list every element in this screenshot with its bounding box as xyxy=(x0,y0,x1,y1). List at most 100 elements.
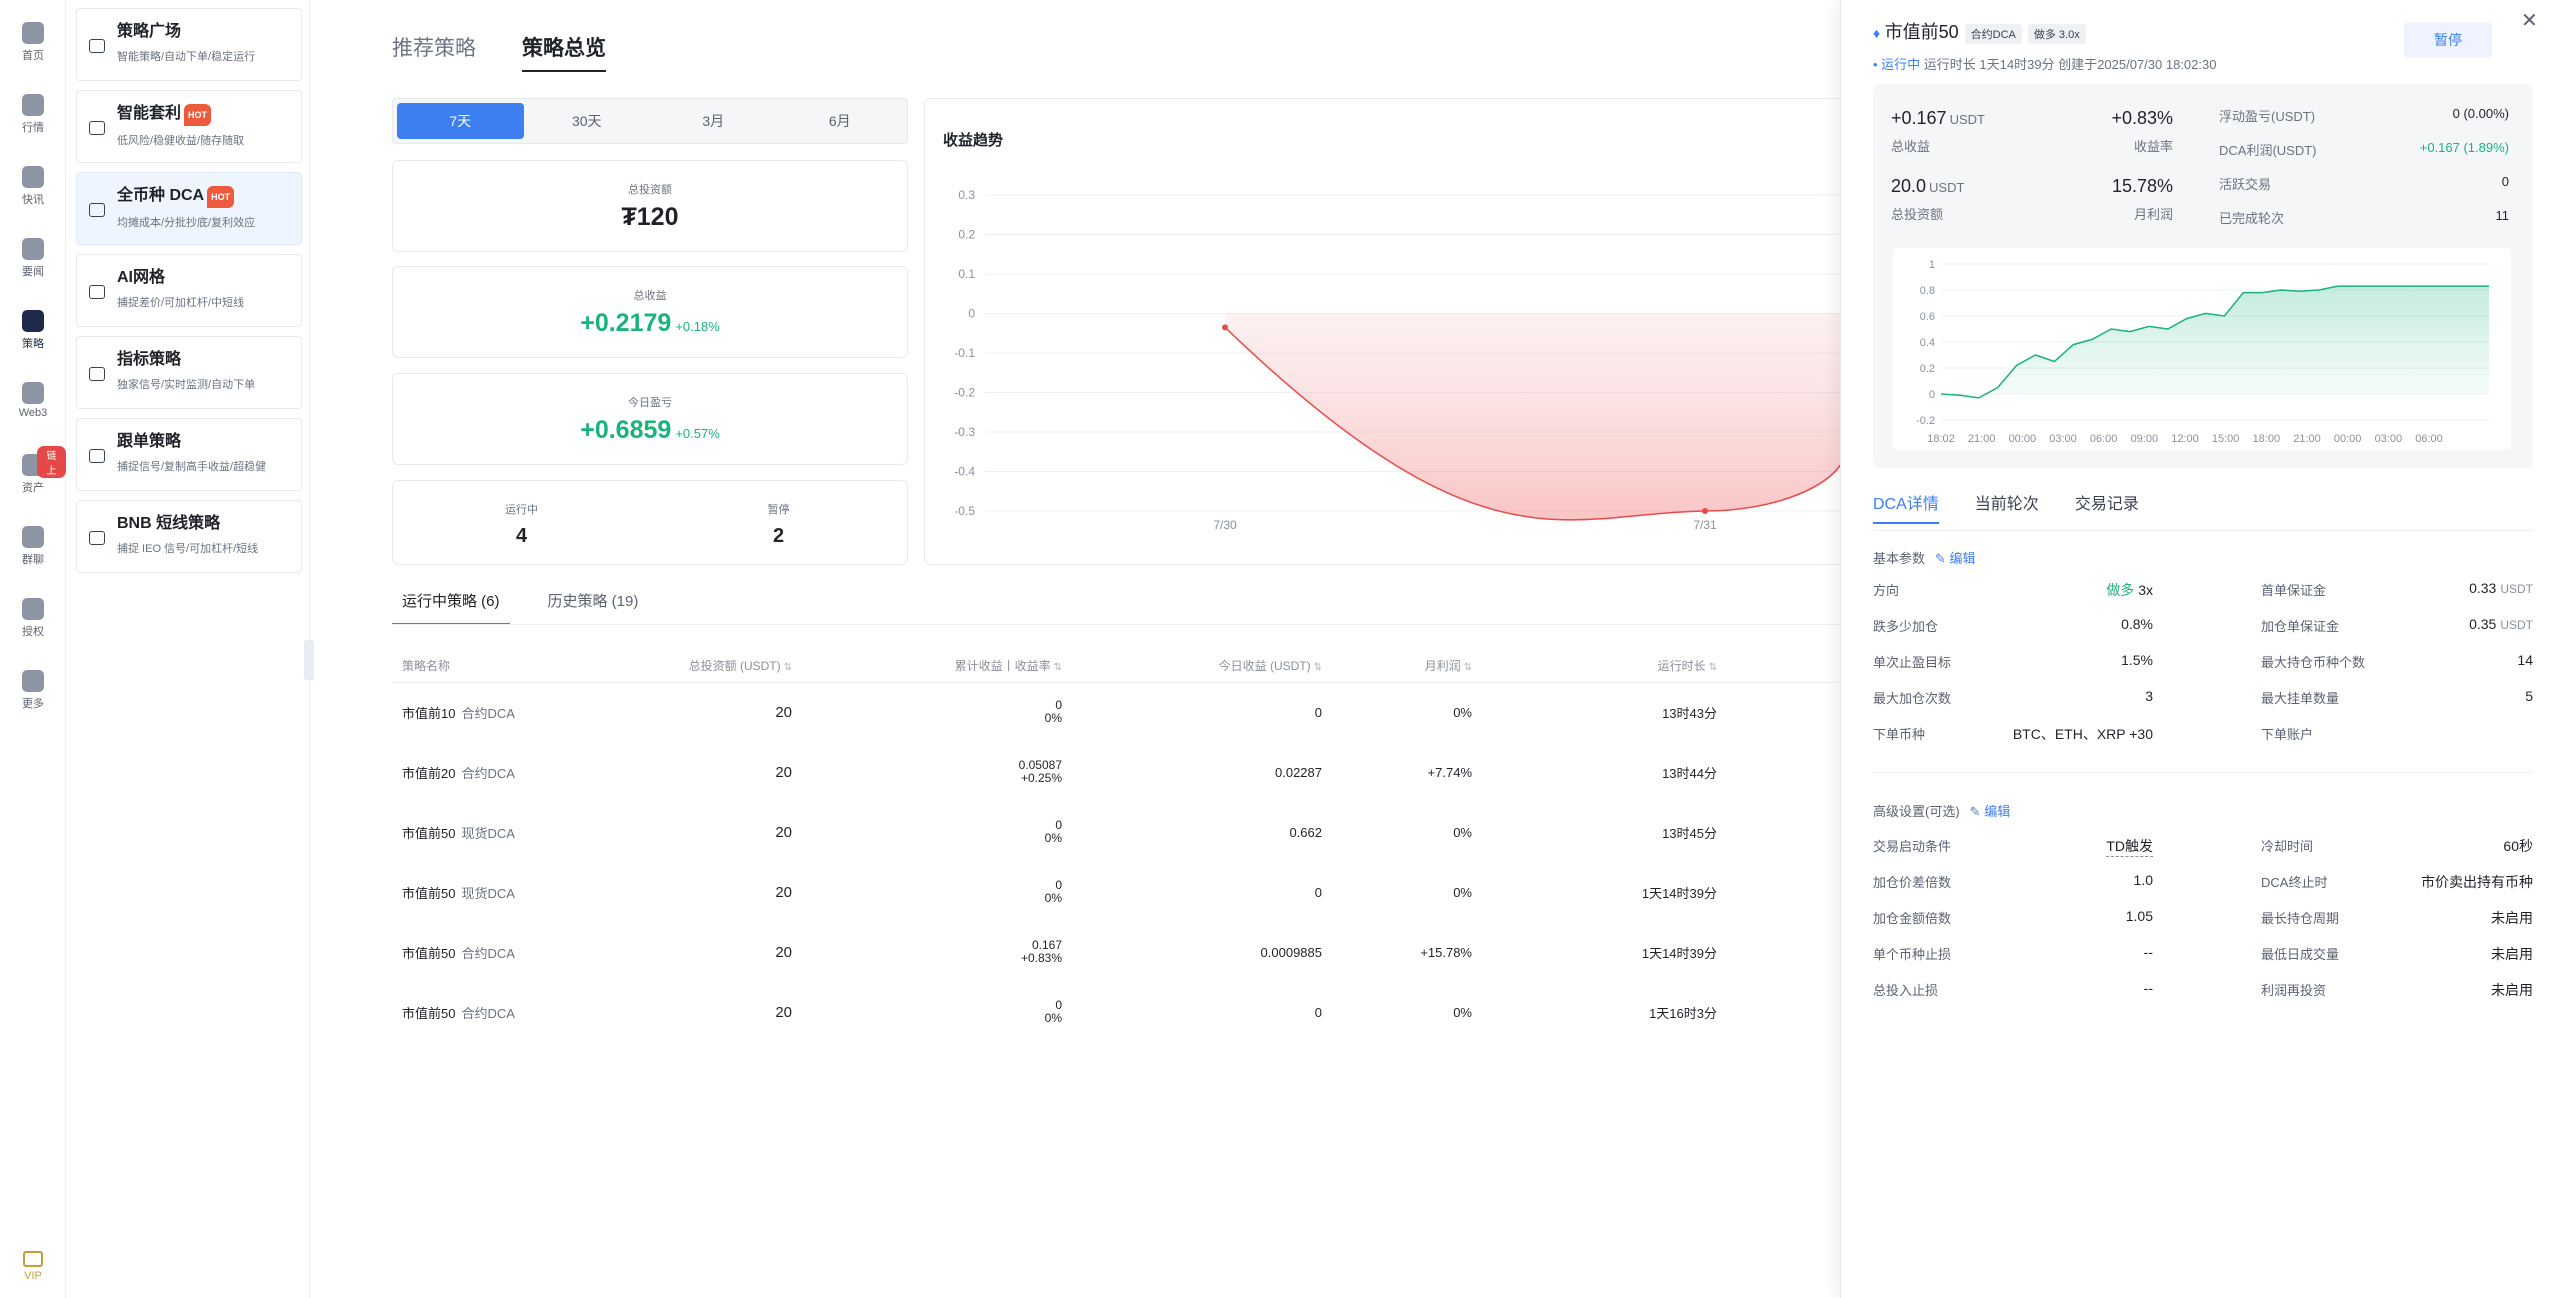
rail-item-more[interactable]: 更多 xyxy=(0,662,66,720)
rail-item-chat[interactable]: 群聊 xyxy=(0,518,66,576)
y-tick-label: -0.2 xyxy=(1916,415,1935,427)
invest-unit: USDT xyxy=(1929,180,1965,195)
tab-recommended[interactable]: 推荐策略 xyxy=(392,32,476,70)
bar-chart-icon xyxy=(22,94,44,116)
param-value: -- xyxy=(2143,980,2153,996)
table-row[interactable]: 市值前50 合约DCA 20 0 0% 0 0% 1天16时3分 xyxy=(392,982,1842,1042)
rail-item-web3[interactable]: Web3 xyxy=(0,374,66,432)
month-cell: 0% xyxy=(1453,884,1472,900)
cum-rate: 0% xyxy=(1044,831,1062,845)
pause-button[interactable]: 暂停 xyxy=(2404,22,2492,58)
x-tick-label: 12:00 xyxy=(2171,433,2199,445)
rail-label: 快讯 xyxy=(22,194,44,206)
strategy-table: 策略名称 总投资额 (USDT) ⇅ 累计收益丨收益率 ⇅ 今日收益 (USDT) ⇅… xyxy=(392,650,1842,1042)
y-tick-label: -0.3 xyxy=(954,425,975,439)
cum-profit: 0 xyxy=(1055,698,1062,713)
trend-chart-svg: 0.3 0.2 0.1 0 -0.1 -0.2 -0.3 -0.4 -0.5 7/30 7/31 xyxy=(954,188,1843,532)
edit-icon: ✎ xyxy=(1935,551,1946,566)
menu-item-indicator[interactable]: 指标策略 独家信号/实时监测/自动下单 xyxy=(76,336,302,409)
invest-value: 20.0 xyxy=(1891,176,1927,196)
table-row[interactable]: 市值前10 合约DCA 20 0 0% 0 0% 13时43分 xyxy=(392,682,1842,742)
edit-advanced-button[interactable]: ✎ 编辑 xyxy=(1970,804,2011,819)
col-header-invest[interactable]: 总投资额 (USDT) ⇅ xyxy=(592,650,792,683)
menu-item-arbitrage[interactable]: 智能套利 HOT 低风险/稳健收益/随存随取 xyxy=(76,90,302,163)
rail-item-headlines[interactable]: 要闻 xyxy=(0,230,66,288)
param-key: 交易启动条件 xyxy=(1873,839,1952,854)
sort-icon: ⇅ xyxy=(1053,662,1062,674)
rate-value: +0.83% xyxy=(2111,108,2173,128)
rail-item-assets[interactable]: 资产 链上 xyxy=(0,446,66,504)
param-row: 最大持仓币种个数 14 xyxy=(2261,652,2533,671)
card-pct: +0.57% xyxy=(675,426,720,441)
tab-overview[interactable]: 策略总览 xyxy=(522,32,606,72)
col-header-cumulative[interactable]: 累计收益丨收益率 ⇅ xyxy=(792,650,1062,683)
duration-cell: 1天14时39分 xyxy=(1641,885,1717,901)
x-tick-label: 15:00 xyxy=(2212,433,2240,445)
profit-label: 总收益 xyxy=(1891,139,1931,154)
card-pct: +0.18% xyxy=(675,319,720,334)
menu-item-strategy-square[interactable]: 策略广场 智能策略/自动下单/稳定运行 xyxy=(76,8,302,81)
menu-item-title: 策略广场 xyxy=(117,23,182,40)
y-tick-label: -0.1 xyxy=(954,346,975,360)
tab-current-round[interactable]: 当前轮次 xyxy=(1975,490,2039,522)
invest-cell: 20 xyxy=(775,823,792,841)
profit-unit: USDT xyxy=(1949,112,1985,127)
coin-icon xyxy=(89,203,105,217)
vip-button[interactable]: VIP xyxy=(0,1251,66,1282)
param-unit: USDT xyxy=(2500,618,2533,632)
menu-item-ai-grid[interactable]: AI网格 捕捉差价/可加杠杆/中短线 xyxy=(76,254,302,327)
rail-label: 授权 xyxy=(22,626,44,638)
cum-rate: 0% xyxy=(1044,711,1062,726)
period-3m[interactable]: 3月 xyxy=(650,103,777,139)
tab-trade-records[interactable]: 交易记录 xyxy=(2075,490,2139,522)
invest-cell: 20 xyxy=(775,883,792,901)
mini-chart-svg: 1 0.8 0.6 0.4 0.2 0 -0.2 18:02 21:00 00:00 03:00 06… xyxy=(1916,259,2489,445)
cum-rate: 0% xyxy=(1044,1011,1062,1025)
table-header-row: 策略名称 总投资额 (USDT) ⇅ 累计收益丨收益率 ⇅ 今日收益 (USDT) ⇅… xyxy=(392,650,1842,683)
col-header-duration[interactable]: 运行时长 ⇅ xyxy=(1472,650,1717,683)
menu-item-bnb[interactable]: BNB 短线策略 捕捉 IEO 信号/可加杠杆/短线 xyxy=(76,500,302,573)
x-tick-label: 18:02 xyxy=(1927,433,1955,445)
period-7d[interactable]: 7天 xyxy=(397,103,524,139)
table-row[interactable]: 市值前50 现货DCA 20 0 0% 0 0% 1天14时39分 xyxy=(392,862,1842,922)
running-label: 运行中 xyxy=(505,504,538,516)
tab-dca-detail[interactable]: DCA详情 xyxy=(1873,490,1939,524)
invest-label: 总投资额 xyxy=(1891,207,1944,222)
web3-icon xyxy=(22,382,44,404)
rail-label: 更多 xyxy=(22,698,44,710)
rail-item-flash[interactable]: 快讯 xyxy=(0,158,66,216)
today-cell: 0.02287 xyxy=(1275,764,1322,780)
col-header-month[interactable]: 月利润 ⇅ xyxy=(1322,650,1472,683)
x-tick-label: 06:00 xyxy=(2415,433,2443,445)
period-30d[interactable]: 30天 xyxy=(524,103,651,139)
edit-basic-button[interactable]: ✎ 编辑 xyxy=(1935,551,1976,566)
period-6m[interactable]: 6月 xyxy=(777,103,904,139)
param-value: 未启用 xyxy=(2491,910,2533,926)
param-row: 最大加仓次数 3 xyxy=(1873,688,2153,707)
param-value: 做多 xyxy=(2106,582,2135,598)
param-row: 最大挂单数量 5 xyxy=(2261,688,2533,707)
rail-item-auth[interactable]: 授权 xyxy=(0,590,66,648)
tab-running-strategies[interactable]: 运行中策略 (6) xyxy=(392,590,510,625)
table-row[interactable]: 市值前50 合约DCA 20 0.167 +0.83% 0.0009885 +15.78% 1… xyxy=(392,922,1842,982)
col-header-today[interactable]: 今日收益 (USDT) ⇅ xyxy=(1062,650,1322,683)
invest-cell: 20 xyxy=(775,943,792,961)
status-card: 运行中 4 暂停 2 xyxy=(392,480,908,565)
data-point xyxy=(1222,324,1228,331)
rail-item-home[interactable]: 首页 xyxy=(0,14,66,72)
param-key: 跌多少加仓 xyxy=(1873,619,1939,634)
stat-key: DCA利润(USDT) xyxy=(2219,143,2317,158)
menu-item-copy-trade[interactable]: 跟单策略 捕捉信号/复制高手收益/超稳健 xyxy=(76,418,302,491)
x-tick-label: 18:00 xyxy=(2253,433,2281,445)
close-icon[interactable]: ✕ xyxy=(2521,8,2538,33)
menu-item-dca[interactable]: 全币种 DCA HOT 均摊成本/分批抄底/复利效应 xyxy=(76,172,302,245)
tab-history-strategies[interactable]: 历史策略 (19) xyxy=(538,590,649,623)
today-cell: 0.0009885 xyxy=(1260,944,1322,960)
param-row: 加仓价差倍数 1.0 xyxy=(1873,872,2153,891)
table-row[interactable]: 市值前50 现货DCA 20 0 0% 0.662 0% 13时45分 xyxy=(392,802,1842,862)
x-tick-label: 21:00 xyxy=(1968,433,1996,445)
rail-item-market[interactable]: 行情 xyxy=(0,86,66,144)
table-row[interactable]: 市值前20 合约DCA 20 0.05087 +0.25% 0.02287 +7.74% 13… xyxy=(392,742,1842,802)
month-cell: 0% xyxy=(1453,1004,1472,1020)
rail-item-strategy[interactable]: 策略 xyxy=(0,302,66,360)
